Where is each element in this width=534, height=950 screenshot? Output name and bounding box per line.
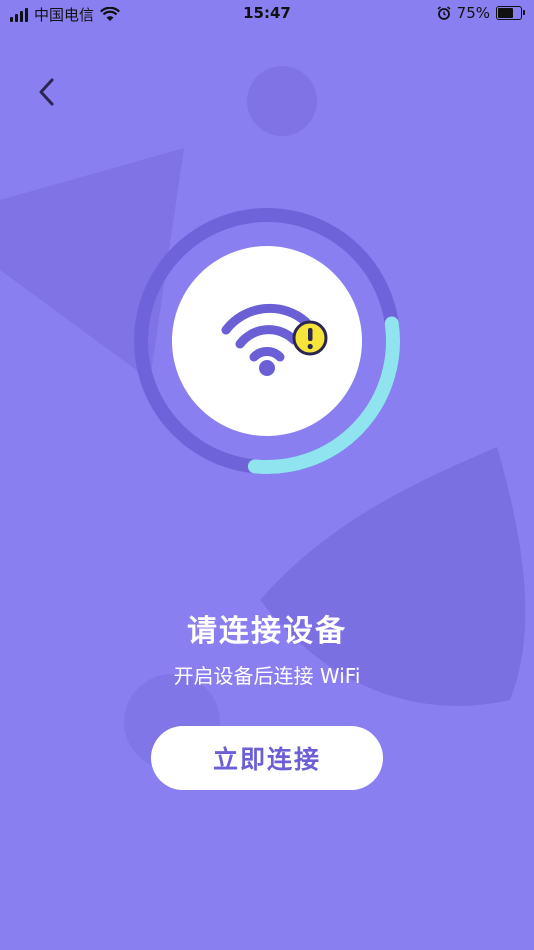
page-title: 请连接设备 <box>187 614 347 649</box>
connect-button[interactable]: 立即连接 <box>151 726 383 790</box>
status-right: 75% <box>437 4 525 22</box>
page-subtitle: 开启设备后连接 WiFi <box>173 664 361 688</box>
chevron-left-icon <box>39 78 54 106</box>
bg-circle-top <box>247 66 317 136</box>
battery-icon <box>496 6 525 20</box>
battery-level <box>498 8 513 18</box>
battery-percent: 75% <box>456 4 490 22</box>
connect-button-label: 立即连接 <box>212 745 321 774</box>
wifi-warning-icon <box>221 303 328 376</box>
background-decoration <box>0 66 526 770</box>
back-button[interactable] <box>28 74 64 110</box>
status-bar: 中国电信 15:47 75% <box>0 0 534 28</box>
alarm-icon <box>437 6 451 20</box>
